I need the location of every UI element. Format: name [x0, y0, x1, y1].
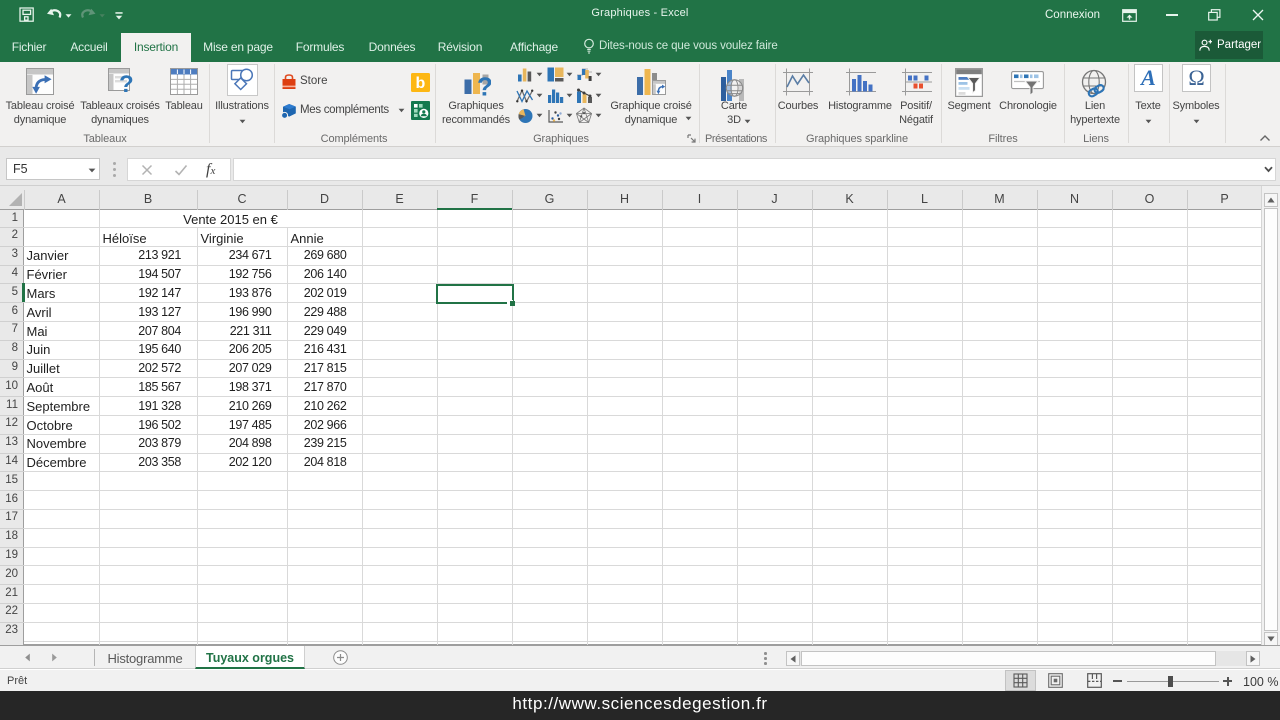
svg-text:?: ?: [477, 72, 491, 101]
svg-text:?: ?: [119, 71, 134, 95]
svg-text:b: b: [416, 75, 426, 92]
